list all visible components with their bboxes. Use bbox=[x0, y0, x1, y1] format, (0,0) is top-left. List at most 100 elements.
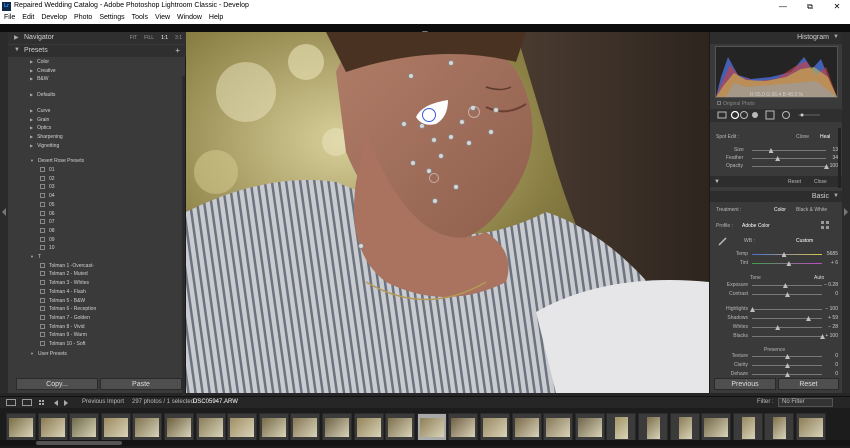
preset-group-desert-rose[interactable]: ▼ Desert Rose Presets bbox=[30, 157, 84, 165]
spot-pin[interactable] bbox=[358, 243, 364, 249]
spot-pin[interactable] bbox=[432, 198, 438, 204]
slider-value[interactable]: + 100 bbox=[814, 333, 838, 339]
menu-edit[interactable]: Edit bbox=[18, 13, 37, 21]
slider-value[interactable]: − 100 bbox=[814, 306, 838, 312]
preset-item[interactable]: Tolman 9 - Warm bbox=[40, 331, 87, 339]
filmstrip-thumbnail[interactable] bbox=[258, 413, 289, 442]
preset-group-t[interactable]: ▼ T bbox=[30, 253, 41, 261]
preset-group[interactable]: ▶ Sharpening bbox=[30, 133, 63, 141]
filmstrip-thumbnail[interactable] bbox=[574, 413, 605, 442]
profile-dropdown[interactable]: Adobe Color bbox=[742, 223, 770, 229]
slider-track[interactable] bbox=[752, 309, 822, 310]
tone-auto-button[interactable]: Auto bbox=[814, 275, 824, 281]
preset-item[interactable]: Tolman 6 - Reception bbox=[40, 305, 96, 313]
preset-item[interactable]: 10 bbox=[40, 244, 55, 252]
filmstrip-thumbnail[interactable] bbox=[227, 413, 258, 442]
menu-window[interactable]: Window bbox=[173, 13, 205, 21]
slider-track[interactable] bbox=[752, 336, 822, 337]
filmstrip-thumbnail[interactable] bbox=[353, 413, 384, 442]
filmstrip-thumbnail[interactable] bbox=[322, 413, 352, 442]
preset-item[interactable]: 09 bbox=[40, 236, 55, 244]
previous-button[interactable]: Previous bbox=[714, 378, 776, 390]
slider-value[interactable]: 0 bbox=[814, 371, 838, 377]
spot-pin[interactable] bbox=[493, 107, 499, 113]
spot-opacity-value[interactable]: 100 bbox=[816, 163, 838, 169]
filmstrip-thumbnail[interactable] bbox=[732, 413, 763, 442]
spot-pin[interactable] bbox=[401, 121, 407, 127]
slider-value[interactable]: 0 bbox=[814, 353, 838, 359]
filmstrip-thumbnail[interactable] bbox=[796, 413, 826, 442]
filmstrip-thumbnail[interactable] bbox=[480, 413, 510, 442]
spot-pin[interactable] bbox=[408, 73, 414, 79]
filmstrip-thumbnail[interactable] bbox=[290, 413, 321, 442]
selected-filename[interactable]: DSC05947.ARW bbox=[193, 399, 238, 405]
toggle-arrow-icon[interactable]: ▼ bbox=[714, 179, 720, 185]
preset-item[interactable]: Tolman 1 -Overcast- bbox=[40, 262, 94, 270]
menu-tools[interactable]: Tools bbox=[128, 13, 151, 21]
slider-value[interactable]: 5685 bbox=[814, 251, 838, 257]
preset-item[interactable]: Tolman 7 - Golden bbox=[40, 314, 90, 322]
slider-track[interactable] bbox=[752, 263, 822, 264]
filmstrip-thumbnail[interactable] bbox=[669, 413, 700, 442]
grid-and-nav-icons[interactable] bbox=[38, 398, 78, 408]
copy-button[interactable]: Copy... bbox=[16, 378, 98, 390]
preset-item[interactable]: Tolman 8 - Vivid bbox=[40, 323, 84, 331]
filmstrip-thumbnail[interactable] bbox=[6, 413, 36, 442]
preset-item[interactable]: 02 bbox=[40, 175, 55, 183]
restore-button[interactable]: ⧉ bbox=[797, 0, 823, 13]
filmstrip-thumbnail[interactable] bbox=[195, 413, 226, 442]
spot-pin[interactable] bbox=[488, 129, 494, 135]
slider-track[interactable] bbox=[752, 318, 822, 319]
active-spot-pin[interactable] bbox=[422, 108, 436, 122]
navigator-header[interactable]: ▶ Navigator FIT FILL 1:1 3:1 bbox=[8, 32, 186, 44]
filmstrip-thumbnail[interactable] bbox=[543, 413, 574, 442]
zoom-fit[interactable]: FIT bbox=[130, 35, 138, 41]
filmstrip-thumbnail[interactable] bbox=[385, 413, 416, 442]
filmstrip-thumbnail[interactable] bbox=[606, 413, 637, 442]
preset-item[interactable]: Tolman 5 - B&W bbox=[40, 297, 85, 305]
preset-item[interactable]: 03 bbox=[40, 183, 55, 191]
spot-feather-value[interactable]: 34 bbox=[816, 155, 838, 161]
menu-settings[interactable]: Settings bbox=[95, 13, 127, 21]
preset-item[interactable]: Tolman 3 - Whites bbox=[40, 279, 89, 287]
preset-item[interactable]: 06 bbox=[40, 210, 55, 218]
preset-group[interactable]: ▶ Color bbox=[30, 58, 49, 66]
slider-value[interactable]: + 59 bbox=[814, 315, 838, 321]
preset-item[interactable]: 01 bbox=[40, 166, 55, 174]
monitor-1-icon[interactable] bbox=[6, 399, 16, 406]
spot-source-ring[interactable] bbox=[468, 106, 480, 118]
filmstrip-thumbnail[interactable] bbox=[69, 413, 100, 442]
spot-pin[interactable] bbox=[419, 123, 425, 129]
slider-track[interactable] bbox=[752, 327, 822, 328]
preset-group[interactable]: ▶ Creative bbox=[30, 67, 56, 75]
filmstrip-thumbnail[interactable] bbox=[100, 413, 131, 442]
zoom-3-1[interactable]: 3:1 bbox=[175, 35, 182, 41]
preset-item[interactable]: Tolman 2 - Muted bbox=[40, 270, 88, 278]
paste-button[interactable]: Paste bbox=[100, 378, 182, 390]
menu-help[interactable]: Help bbox=[205, 13, 226, 21]
right-scrollbar[interactable] bbox=[838, 128, 841, 188]
preset-item[interactable]: 08 bbox=[40, 227, 55, 235]
menu-photo[interactable]: Photo bbox=[70, 13, 95, 21]
preset-item[interactable]: Tolman 4 - Flash bbox=[40, 288, 86, 296]
spot-size-value[interactable]: 13 bbox=[816, 147, 838, 153]
module-strip-collapsed[interactable] bbox=[0, 24, 850, 35]
filmstrip-thumbnail[interactable] bbox=[701, 413, 732, 442]
basic-header[interactable]: Basic ▼ bbox=[710, 191, 843, 202]
filmstrip-scroll-thumb[interactable] bbox=[36, 441, 122, 445]
zoom-1-1[interactable]: 1:1 bbox=[161, 35, 168, 41]
spot-feather-slider[interactable] bbox=[752, 158, 826, 159]
slider-value[interactable]: − 28 bbox=[814, 324, 838, 330]
spot-source-ring[interactable] bbox=[429, 173, 439, 183]
spot-pin[interactable] bbox=[431, 137, 437, 143]
slider-track[interactable] bbox=[752, 285, 822, 286]
presets-header[interactable]: ▼ Presets + bbox=[8, 45, 186, 57]
filter-dropdown[interactable]: No Filter bbox=[778, 398, 833, 407]
filmstrip-thumbnail[interactable] bbox=[638, 413, 668, 442]
slider-track[interactable] bbox=[752, 254, 822, 255]
preset-group[interactable]: ▶ Defaults bbox=[30, 91, 55, 99]
original-photo-toggle[interactable]: Original Photo bbox=[717, 101, 755, 107]
preset-item[interactable]: Tolman 10 - Soft bbox=[40, 340, 85, 348]
preset-scrollbar[interactable] bbox=[182, 76, 185, 406]
slider-value[interactable]: 0 bbox=[814, 291, 838, 297]
